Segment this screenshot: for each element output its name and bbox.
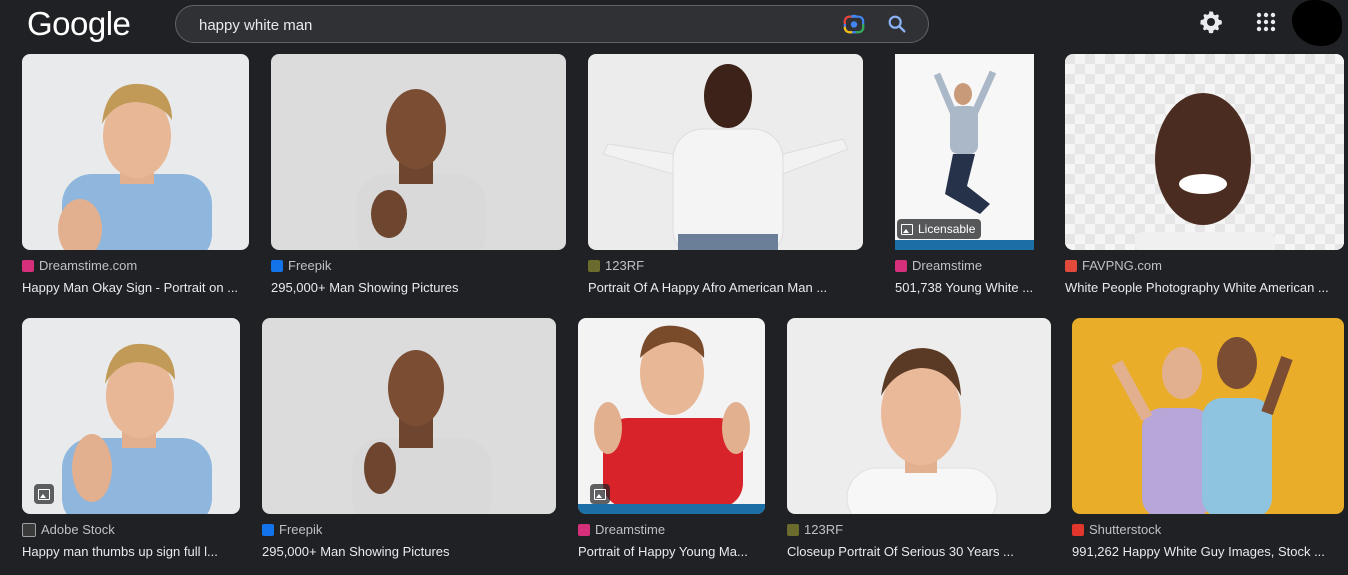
result-thumbnail[interactable]: Licensable: [895, 54, 1034, 250]
avatar[interactable]: [1292, 0, 1342, 46]
image-badge[interactable]: [590, 484, 610, 504]
adobe-stock-favicon-icon: [22, 522, 36, 537]
result-thumbnail[interactable]: [262, 318, 556, 514]
result-source: Shutterstock: [1072, 522, 1161, 537]
result-source: FAVPNG.com: [1065, 258, 1162, 273]
result-thumbnail[interactable]: [1065, 54, 1344, 250]
person-photo-icon: [356, 89, 486, 250]
dreamstime-favicon-icon: [22, 259, 34, 272]
google-logo[interactable]: Google: [27, 5, 131, 43]
result-thumbnail[interactable]: [1072, 318, 1344, 514]
result-source: 123RF: [787, 522, 843, 537]
gear-icon[interactable]: [1199, 10, 1223, 34]
result-source: Freepik: [271, 258, 331, 273]
123rf-favicon-icon: [787, 523, 799, 536]
freepik-favicon-icon: [262, 523, 274, 536]
image-icon: [38, 489, 50, 500]
result-source: Adobe Stock: [22, 522, 115, 537]
result-thumbnail[interactable]: [787, 318, 1051, 514]
result-title[interactable]: Portrait Of A Happy Afro American Man ..…: [588, 280, 863, 295]
image-icon: [594, 489, 606, 500]
result-thumbnail[interactable]: [588, 54, 863, 250]
result-thumbnail[interactable]: [22, 318, 240, 514]
result-title[interactable]: 295,000+ Man Showing Pictures: [262, 544, 556, 559]
person-photo-icon: [1065, 54, 1344, 250]
freepik-favicon-icon: [271, 259, 283, 272]
search-icon[interactable]: [886, 13, 908, 35]
shutterstock-favicon-icon: [1072, 523, 1084, 536]
licensable-badge[interactable]: Licensable: [897, 219, 982, 239]
search-input[interactable]: [197, 6, 801, 44]
favpng-favicon-icon: [1065, 259, 1077, 272]
dreamstime-favicon-icon: [578, 523, 590, 536]
123rf-favicon-icon: [588, 259, 600, 272]
result-source: Freepik: [262, 522, 322, 537]
result-title[interactable]: 991,262 Happy White Guy Images, Stock ..…: [1072, 544, 1344, 559]
apps-grid-icon[interactable]: [1256, 12, 1276, 32]
image-badge[interactable]: [34, 484, 54, 504]
person-photo-icon: [602, 64, 849, 250]
person-photo-icon: [58, 83, 212, 250]
result-source: Dreamstime.com: [22, 258, 137, 273]
person-photo-icon: [62, 343, 212, 514]
search-box[interactable]: [175, 5, 929, 44]
person-photo-icon: [352, 350, 492, 514]
result-thumbnail[interactable]: [271, 54, 566, 250]
person-photo-icon: [1111, 337, 1293, 514]
result-source: Dreamstime: [895, 258, 982, 273]
dreamstime-favicon-icon: [895, 259, 907, 272]
result-source: 123RF: [588, 258, 644, 273]
result-title[interactable]: 501,738 Young White ...: [895, 280, 1034, 295]
result-title[interactable]: 295,000+ Man Showing Pictures: [271, 280, 566, 295]
result-thumbnail[interactable]: [578, 318, 765, 514]
top-bar: Google: [0, 0, 1348, 50]
result-title[interactable]: Portrait of Happy Young Ma...: [578, 544, 765, 559]
result-title[interactable]: Happy man thumbs up sign full l...: [22, 544, 240, 559]
result-title[interactable]: White People Photography White American …: [1065, 280, 1344, 295]
result-source: Dreamstime: [578, 522, 665, 537]
camera-lens-icon[interactable]: [843, 13, 865, 35]
result-title[interactable]: Happy Man Okay Sign - Portrait on ...: [22, 280, 249, 295]
result-thumbnail[interactable]: [22, 54, 249, 250]
result-title[interactable]: Closeup Portrait Of Serious 30 Years ...: [787, 544, 1051, 559]
person-photo-icon: [846, 348, 998, 514]
image-icon: [901, 223, 913, 235]
